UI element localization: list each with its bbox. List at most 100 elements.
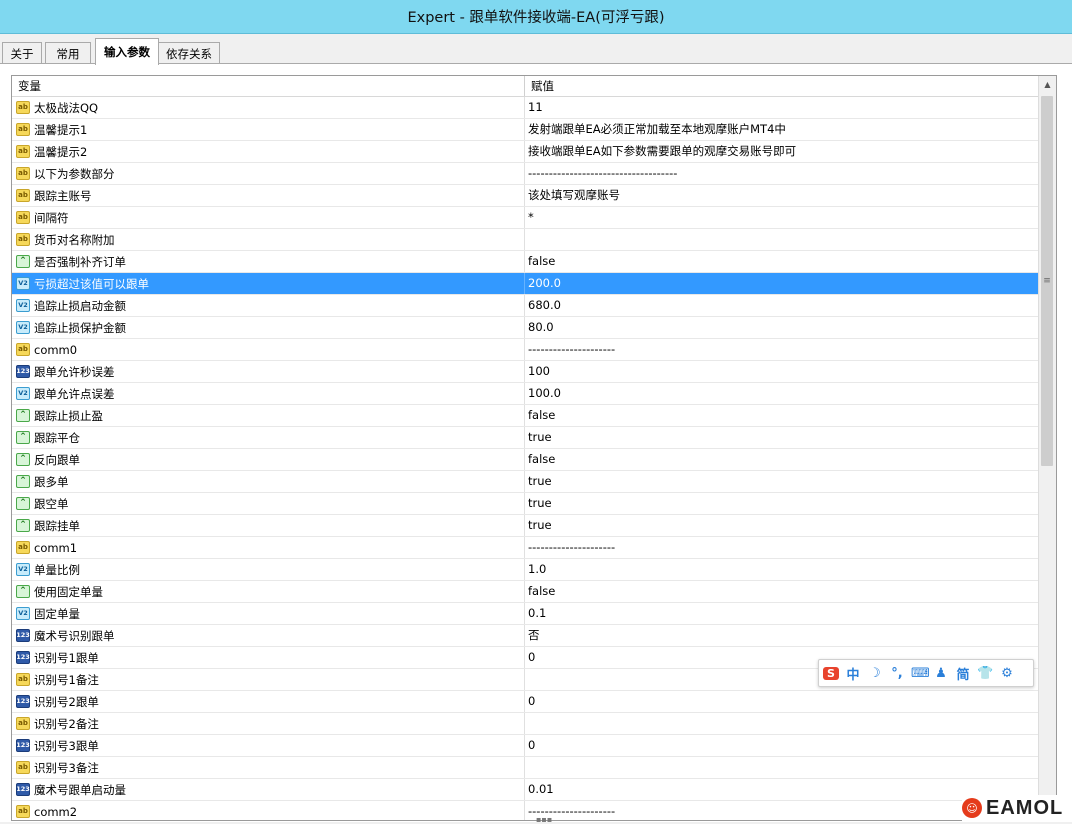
value-cell[interactable]: 80.0	[525, 317, 1028, 338]
table-row[interactable]: ⌃ 跟空单 true	[12, 493, 1038, 515]
variable-cell[interactable]: ⌃ 跟踪止损止盈	[12, 405, 522, 426]
keyboard-icon[interactable]: ⌨	[911, 666, 930, 681]
value-cell[interactable]: true	[525, 515, 1028, 536]
ime-logo-icon[interactable]: S	[823, 666, 839, 680]
variable-cell[interactable]: ab 太极战法QQ	[12, 97, 522, 118]
value-cell[interactable]: 100.0	[525, 383, 1028, 404]
column-header-value[interactable]: 赋值	[525, 76, 1031, 96]
value-cell[interactable]: 该处填写观摩账号	[525, 185, 1028, 206]
table-row[interactable]: ab 货币对名称附加	[12, 229, 1038, 251]
variable-cell[interactable]: ab 温馨提示2	[12, 141, 522, 162]
value-cell[interactable]: 0	[525, 735, 1028, 756]
value-cell[interactable]: 0.1	[525, 603, 1028, 624]
ime-toolbar[interactable]: S 中 ☽ °, ⌨ ♟ 简 👕 ⚙	[818, 659, 1034, 687]
table-row[interactable]: ⌃ 跟踪止损止盈 false	[12, 405, 1038, 427]
table-row[interactable]: 123 魔术号跟单启动量 0.01	[12, 779, 1038, 801]
value-cell[interactable]: true	[525, 493, 1028, 514]
variable-cell[interactable]: V2 跟单允许点误差	[12, 383, 522, 404]
table-row[interactable]: ab 温馨提示2 接收端跟单EA如下参数需要跟单的观摩交易账号即可	[12, 141, 1038, 163]
scroll-up-icon[interactable]: ▲	[1039, 76, 1056, 93]
variable-cell[interactable]: ab 以下为参数部分	[12, 163, 522, 184]
table-row[interactable]: ⌃ 跟踪挂单 true	[12, 515, 1038, 537]
table-row[interactable]: ab 跟踪主账号 该处填写观摩账号	[12, 185, 1038, 207]
table-row[interactable]: ab 温馨提示1 发射端跟单EA必须正常加载至本地观摩账户MT4中	[12, 119, 1038, 141]
table-row[interactable]: ⌃ 跟踪平仓 true	[12, 427, 1038, 449]
scrollbar-thumb[interactable]: ≡	[1041, 96, 1053, 466]
variable-cell[interactable]: V2 单量比例	[12, 559, 522, 580]
chinese-mode-icon[interactable]: 中	[845, 664, 861, 683]
punctuation-icon[interactable]: °,	[889, 666, 905, 681]
value-cell[interactable]: 1.0	[525, 559, 1028, 580]
table-row[interactable]: ⌃ 反向跟单 false	[12, 449, 1038, 471]
table-row[interactable]: ab 识别号2备注	[12, 713, 1038, 735]
table-row[interactable]: ab 识别号3备注	[12, 757, 1038, 779]
variable-cell[interactable]: V2 追踪止损启动金额	[12, 295, 522, 316]
variable-cell[interactable]: ab 间隔符	[12, 207, 522, 228]
value-cell[interactable]: ---------------------	[525, 801, 1028, 820]
value-cell[interactable]: false	[525, 581, 1028, 602]
table-row[interactable]: 123 魔术号识别跟单 否	[12, 625, 1038, 647]
variable-cell[interactable]: ⌃ 跟空单	[12, 493, 522, 514]
value-cell[interactable]	[525, 229, 1028, 250]
variable-cell[interactable]: ab comm1	[12, 537, 522, 558]
value-cell[interactable]: *	[525, 207, 1028, 228]
table-row[interactable]: ab comm1 ---------------------	[12, 537, 1038, 559]
variable-cell[interactable]: ab 货币对名称附加	[12, 229, 522, 250]
variable-cell[interactable]: 123 识别号2跟单	[12, 691, 522, 712]
variable-cell[interactable]: ab 识别号3备注	[12, 757, 522, 778]
table-row[interactable]: V2 单量比例 1.0	[12, 559, 1038, 581]
variable-cell[interactable]: ⌃ 跟踪挂单	[12, 515, 522, 536]
table-row[interactable]: 123 跟单允许秒误差 100	[12, 361, 1038, 383]
table-row[interactable]: V2 跟单允许点误差 100.0	[12, 383, 1038, 405]
tab-dependencies[interactable]: 依存关系	[158, 42, 220, 64]
value-cell[interactable]: 100	[525, 361, 1028, 382]
column-header-variable[interactable]: 变量	[12, 76, 518, 96]
value-cell[interactable]: 0	[525, 691, 1028, 712]
variable-cell[interactable]: ⌃ 反向跟单	[12, 449, 522, 470]
value-cell[interactable]: true	[525, 471, 1028, 492]
variable-cell[interactable]: 123 识别号3跟单	[12, 735, 522, 756]
variable-cell[interactable]: V2 固定单量	[12, 603, 522, 624]
table-row[interactable]: ab 太极战法QQ 11	[12, 97, 1038, 119]
table-row[interactable]: ⌃ 使用固定单量 false	[12, 581, 1038, 603]
value-cell[interactable]: true	[525, 427, 1028, 448]
value-cell[interactable]: ---------------------	[525, 537, 1028, 558]
value-cell[interactable]	[525, 757, 1028, 778]
variable-cell[interactable]: ab 识别号2备注	[12, 713, 522, 734]
variable-cell[interactable]: ⌃ 跟踪平仓	[12, 427, 522, 448]
value-cell[interactable]: 680.0	[525, 295, 1028, 316]
variable-cell[interactable]: ab 识别号1备注	[12, 669, 522, 690]
value-cell[interactable]: ------------------------------------	[525, 163, 1028, 184]
table-row[interactable]: V2 亏损超过该值可以跟单 200.0	[12, 273, 1038, 295]
table-row[interactable]: ⌃ 跟多单 true	[12, 471, 1038, 493]
table-row[interactable]: ⌃ 是否强制补齐订单 false	[12, 251, 1038, 273]
settings-icon[interactable]: ⚙	[999, 666, 1015, 681]
value-cell[interactable]: false	[525, 405, 1028, 426]
value-cell[interactable]: false	[525, 449, 1028, 470]
value-cell[interactable]: ---------------------	[525, 339, 1028, 360]
variable-cell[interactable]: ⌃ 跟多单	[12, 471, 522, 492]
table-row[interactable]: V2 追踪止损启动金额 680.0	[12, 295, 1038, 317]
vertical-scrollbar[interactable]: ▲ ≡	[1038, 76, 1056, 820]
variable-cell[interactable]: ab comm0	[12, 339, 522, 360]
variable-cell[interactable]: ab comm2	[12, 801, 522, 820]
variable-cell[interactable]: V2 追踪止损保护金额	[12, 317, 522, 338]
value-cell[interactable]: 0.01	[525, 779, 1028, 800]
tab-common[interactable]: 常用	[45, 42, 91, 64]
user-icon[interactable]: ♟	[933, 666, 949, 681]
variable-cell[interactable]: ab 温馨提示1	[12, 119, 522, 140]
tab-inputs[interactable]: 输入参数	[95, 38, 159, 65]
resize-grip-icon[interactable]: ▪▪▪	[536, 815, 552, 824]
skin-icon[interactable]: 👕	[977, 666, 993, 681]
variable-cell[interactable]: 123 跟单允许秒误差	[12, 361, 522, 382]
variable-cell[interactable]: V2 亏损超过该值可以跟单	[12, 273, 522, 294]
table-row[interactable]: ab comm2 ---------------------	[12, 801, 1038, 820]
table-row[interactable]: 123 识别号3跟单 0	[12, 735, 1038, 757]
table-row[interactable]: ab 以下为参数部分 -------------------------------…	[12, 163, 1038, 185]
table-row[interactable]: V2 固定单量 0.1	[12, 603, 1038, 625]
value-cell[interactable]: 接收端跟单EA如下参数需要跟单的观摩交易账号即可	[525, 141, 1028, 162]
value-cell[interactable]: 否	[525, 625, 1028, 646]
table-row[interactable]: 123 识别号2跟单 0	[12, 691, 1038, 713]
tab-about[interactable]: 关于	[2, 42, 42, 64]
value-cell[interactable]: 200.0	[525, 273, 1028, 294]
